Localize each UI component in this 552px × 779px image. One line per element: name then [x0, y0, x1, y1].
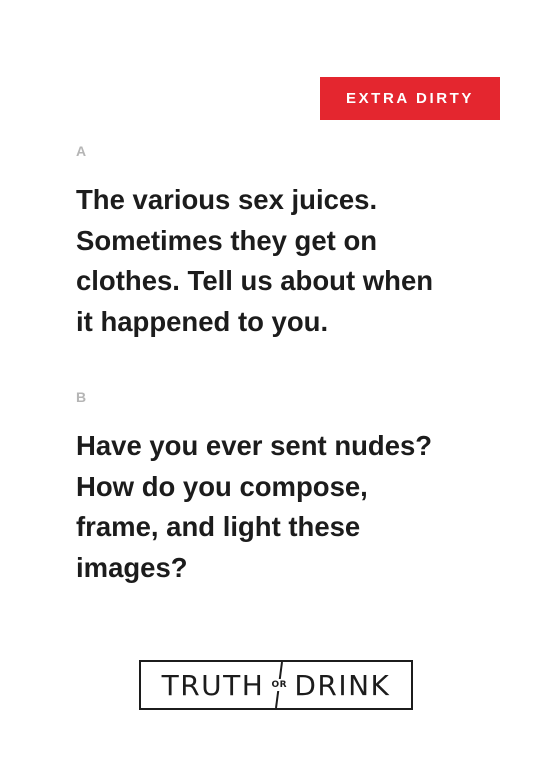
- question-card: EXTRA DIRTY A The various sex juices. So…: [0, 0, 552, 779]
- option-a-line: The various sex juices.: [76, 184, 378, 215]
- category-badge-label: EXTRA DIRTY: [345, 90, 475, 107]
- logo-word-or: OR: [271, 679, 288, 691]
- logo-word-drink: DRINK: [294, 668, 391, 702]
- truth-or-drink-logo: TRUTH OR DRINK: [139, 660, 413, 710]
- logo-separator: OR: [264, 662, 294, 708]
- option-a-line: clothes. Tell us about when: [76, 265, 434, 296]
- category-badge: EXTRA DIRTY: [320, 77, 500, 120]
- option-b-question: Have you ever sent nudes? How do you com…: [76, 426, 486, 588]
- option-a-letter: A: [76, 143, 87, 159]
- option-b-line: How do you compose,: [76, 470, 368, 502]
- option-b-line: Have you ever sent nudes?: [76, 430, 433, 461]
- option-b-letter: B: [76, 389, 87, 405]
- option-a-line: it happened to you.: [76, 305, 329, 337]
- option-a-question: The various sex juices. Sometimes they g…: [76, 180, 486, 342]
- option-a-line: Sometimes they get on: [76, 224, 378, 256]
- option-b-line: images?: [76, 551, 188, 583]
- logo-word-truth: TRUTH: [161, 668, 265, 702]
- option-b-line: frame, and light these: [76, 511, 361, 542]
